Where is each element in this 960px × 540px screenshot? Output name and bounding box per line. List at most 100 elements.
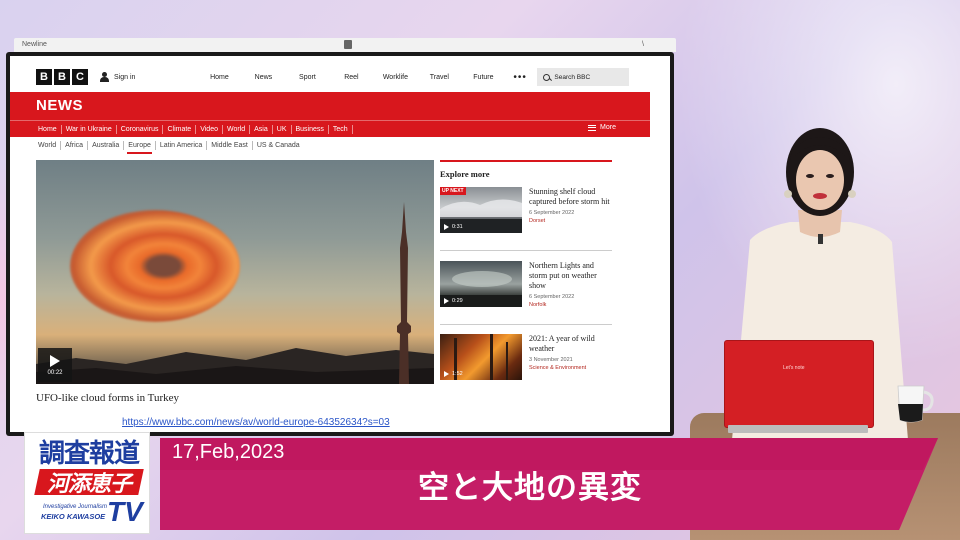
explore-date: 3 November 2021 [529,357,573,363]
lower-third-headline: 空と大地の異変 [418,470,642,505]
person-icon [100,72,109,82]
news-nav-business[interactable]: Business [292,124,329,134]
topnav-reel[interactable]: Reel [329,74,373,81]
broadcast-date: 17,Feb,2023 [172,441,285,463]
bbc-logo[interactable]: B B C [36,69,88,85]
search-icon [543,73,551,81]
news-nav-video[interactable]: Video [196,124,223,134]
channel-logo: 調査報道 河添恵子 Investigative Journalism KEIKO… [24,432,150,534]
explore-more-title: Explore more [440,168,490,179]
subnav-middle-east[interactable]: Middle East [207,141,253,150]
news-nav-coronavirus[interactable]: Coronavirus [117,124,164,134]
video-caption: UFO-like cloud forms in Turkey [36,392,179,404]
explore-text: Stunning shelf cloud captured before sto… [529,187,613,224]
news-nav: Home War in Ukraine Coronavirus Climate … [10,120,650,137]
thumb-play: 1:52 [444,371,463,377]
explore-more-panel: Explore more UP NEXT 0:31 Stunning shelf… [440,160,612,380]
topnav-travel[interactable]: Travel [417,74,461,81]
news-nav-home[interactable]: Home [34,124,62,134]
play-icon [50,354,60,367]
news-nav-world[interactable]: World [223,124,251,134]
signin-link[interactable]: Sign in [100,72,135,82]
news-banner: NEWS [10,92,650,120]
red-laptop: Let's note [724,340,874,428]
logo-reporter-name: KEIKO KAWASOE [41,512,106,521]
topnav-worklife[interactable]: Worklife [373,74,417,81]
topnav-home[interactable]: Home [197,74,241,81]
camera-icon [344,40,352,49]
bbc-logo-letter: B [54,69,70,85]
thumb-duration: 1:52 [452,371,463,377]
explore-headline[interactable]: Stunning shelf cloud captured before sto… [529,187,613,207]
thumb-duration: 0:29 [452,298,463,304]
subnav-africa[interactable]: Africa [61,141,89,150]
explore-thumbnail[interactable]: UP NEXT 0:31 [440,187,522,233]
up-next-badge: UP NEXT [440,187,466,195]
news-nav-war-in-ukraine[interactable]: War in Ukraine [62,124,117,134]
logo-subtitle: Investigative Journalism [43,504,108,510]
news-nav-climate[interactable]: Climate [163,124,197,134]
subnav-australia[interactable]: Australia [88,141,125,150]
monitor-topbar: Newline \ [14,38,676,52]
logo-name-text: 河添恵子 [46,471,132,496]
hamburger-icon [588,124,597,131]
topnav-sport[interactable]: Sport [285,74,329,81]
explore-divider [440,160,612,162]
bbc-logo-letter: C [72,69,88,85]
main-video-player[interactable]: 00:22 [36,160,434,384]
lenticular-cloud-image [70,210,240,322]
search-placeholder: Search BBC [554,73,591,81]
browser-screen: B B C Sign in Home News Sport Reel Workl… [10,56,670,432]
subnav-latin-america[interactable]: Latin America [156,141,208,150]
subnav-us-canada[interactable]: US & Canada [253,141,304,150]
explore-item[interactable]: UP NEXT 0:31 Stunning shelf cloud captur… [440,187,612,251]
window-label: Newline [22,41,47,48]
bbc-header: B B C Sign in Home News Sport Reel Workl… [10,62,670,92]
explore-tag[interactable]: Dorset [529,218,613,224]
subnav-europe[interactable]: Europe [124,141,156,154]
explore-tag[interactable]: Norfolk [529,302,613,308]
news-nav-asia[interactable]: Asia [250,124,273,134]
corner-mark: \ [642,41,644,48]
explore-headline[interactable]: 2021: A year of wild weather [529,334,613,354]
more-menu-icon[interactable]: ••• [513,72,531,83]
play-icon [444,298,449,304]
explore-item[interactable]: 0:29 Northern Lights and storm put on we… [440,261,612,325]
explore-item[interactable]: 1:52 2021: A year of wild weather 3 Nove… [440,334,612,398]
thumb-play: 0:29 [444,298,463,304]
topnav-future[interactable]: Future [461,74,505,81]
play-icon [444,224,449,230]
search-input[interactable]: Search BBC [537,68,630,86]
top-nav: Home News Sport Reel Worklife Travel Fut… [197,74,505,81]
explore-tag[interactable]: Science & Environment [529,365,613,371]
thumb-play: 0:31 [444,224,463,230]
article-url-link[interactable]: https://www.bbc.com/news/av/world-europe… [122,417,390,428]
mountain-silhouette [36,348,434,384]
news-nav-tech[interactable]: Tech [329,124,353,134]
video-duration: 00:22 [47,369,63,376]
explore-text: 2021: A year of wild weather 3 November … [529,334,613,371]
play-button[interactable]: 00:22 [38,348,72,382]
topnav-news[interactable]: News [241,74,285,81]
explore-headline[interactable]: Northern Lights and storm put on weather… [529,261,613,291]
laptop-base [728,425,868,433]
news-nav-uk[interactable]: UK [273,124,292,134]
subnav-world[interactable]: World [34,141,62,150]
thumb-duration: 0:31 [452,224,463,230]
explore-thumbnail[interactable]: 1:52 [440,334,522,380]
explore-date: 6 September 2022 [529,210,575,216]
explore-thumbnail[interactable]: 0:29 [440,261,522,307]
explore-date: 6 September 2022 [529,294,575,300]
play-icon [444,371,449,377]
sub-nav: World Africa Australia Europe Latin Amer… [34,141,304,154]
monitor: B B C Sign in Home News Sport Reel Workl… [6,52,674,436]
news-title[interactable]: NEWS [36,97,83,114]
news-nav-more-button[interactable]: More [588,124,616,131]
coffee-mug-icon [897,385,934,423]
logo-tv-text: TV [107,496,143,527]
news-nav-more-label: More [600,124,616,131]
signin-label: Sign in [114,73,136,81]
laptop-brand: Let's note [783,365,805,371]
minaret-silhouette [397,202,411,384]
explore-text: Northern Lights and storm put on weather… [529,261,613,308]
